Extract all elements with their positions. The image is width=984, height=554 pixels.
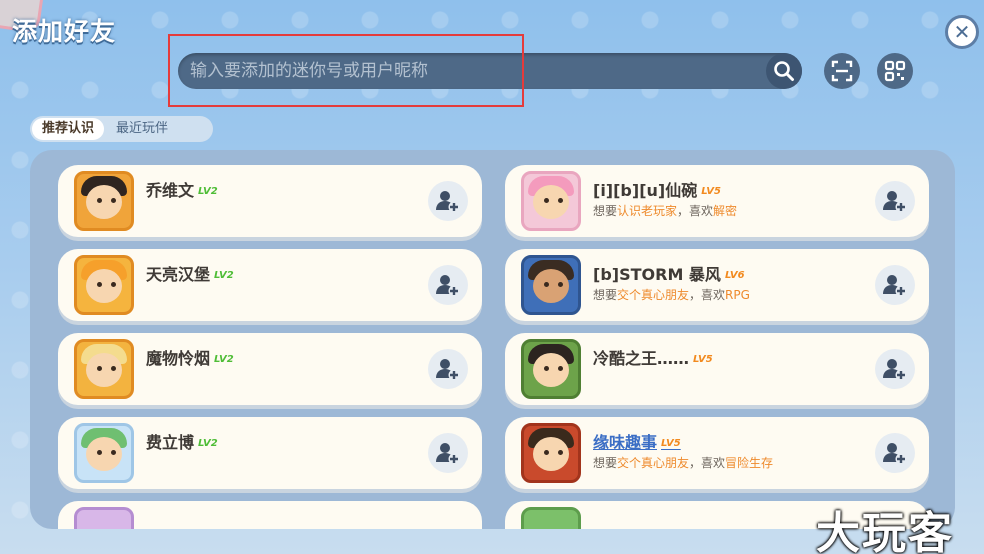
avatar bbox=[74, 339, 134, 399]
tab-recommended[interactable]: 推荐认识 bbox=[32, 118, 105, 140]
friend-name: 费立博 LV2 bbox=[146, 433, 218, 452]
add-user-icon bbox=[883, 275, 907, 297]
add-user-icon bbox=[883, 443, 907, 465]
avatar bbox=[521, 507, 581, 529]
friend-card[interactable]: [i][b][u]仙碗 LV5 想要认识老玩家，喜欢解密 bbox=[505, 165, 929, 237]
add-user-icon bbox=[436, 359, 460, 381]
add-user-icon bbox=[883, 359, 907, 381]
friend-name: 魔物怜烟 LV2 bbox=[146, 349, 234, 368]
friend-card[interactable]: 费立博 LV2 bbox=[58, 417, 482, 489]
watermark-logo: 大玩客 bbox=[816, 508, 954, 554]
level-badge: LV6 bbox=[724, 270, 745, 281]
friend-card[interactable]: 天亮汉堡 LV2 bbox=[58, 249, 482, 321]
close-icon: ✕ bbox=[953, 20, 971, 44]
add-friend-button[interactable] bbox=[875, 181, 915, 221]
friend-description: 想要交个真心朋友，喜欢冒险生存 bbox=[593, 456, 774, 470]
friend-card[interactable]: 缘味趣事 LV5 想要交个真心朋友，喜欢冒险生存 bbox=[505, 417, 929, 489]
level-badge: LV5 bbox=[693, 354, 713, 365]
search-icon bbox=[774, 61, 794, 81]
friend-card[interactable]: [b]STORM 暴风 LV6 想要交个真心朋友，喜欢RPG bbox=[505, 249, 929, 321]
add-user-icon bbox=[436, 275, 460, 297]
level-badge: LV2 bbox=[198, 186, 218, 197]
add-friend-button[interactable] bbox=[875, 349, 915, 389]
scan-icon bbox=[831, 60, 853, 82]
avatar bbox=[74, 171, 134, 231]
search-highlight-box bbox=[168, 34, 524, 107]
friend-name: 天亮汉堡 LV2 bbox=[146, 265, 234, 284]
avatar bbox=[521, 423, 581, 483]
friend-name: 冷酷之王…… LV5 bbox=[593, 349, 713, 368]
add-friend-button[interactable] bbox=[428, 433, 468, 473]
friend-name: 乔维文 LV2 bbox=[146, 181, 218, 200]
friend-list-panel: 乔维文 LV2 天亮汉堡 LV2 魔物怜烟 LV2 费立博 LV2 [i][b]… bbox=[30, 150, 955, 529]
friend-card[interactable]: 乔维文 LV2 bbox=[58, 165, 482, 237]
qrcode-button[interactable] bbox=[877, 53, 913, 89]
add-user-icon bbox=[436, 191, 460, 213]
level-badge: LV2 bbox=[198, 438, 218, 449]
add-friend-button[interactable] bbox=[428, 181, 468, 221]
search-button[interactable] bbox=[766, 53, 802, 89]
level-badge: LV5 bbox=[701, 186, 721, 197]
friend-card[interactable]: 冷酷之王…… LV5 bbox=[505, 333, 929, 405]
avatar bbox=[521, 171, 581, 231]
scan-button[interactable] bbox=[824, 53, 860, 89]
avatar bbox=[521, 339, 581, 399]
avatar bbox=[521, 255, 581, 315]
friend-name: [i][b][u]仙碗 LV5 bbox=[593, 181, 721, 200]
level-badge: LV2 bbox=[214, 270, 234, 281]
tab-recent-players[interactable]: 最近玩伴 bbox=[106, 118, 178, 140]
add-friend-button[interactable] bbox=[875, 265, 915, 305]
tab-bar: 推荐认识 最近玩伴 bbox=[30, 116, 213, 142]
friend-description: 想要交个真心朋友，喜欢RPG bbox=[593, 288, 750, 302]
page-title: 添加好友 bbox=[12, 17, 117, 46]
avatar bbox=[74, 507, 134, 529]
add-user-icon bbox=[436, 443, 460, 465]
add-friend-button[interactable] bbox=[428, 265, 468, 305]
friend-card[interactable]: 魔物怜烟 LV2 bbox=[58, 333, 482, 405]
add-user-icon bbox=[883, 191, 907, 213]
close-button[interactable]: ✕ bbox=[945, 15, 979, 49]
level-badge: LV5 bbox=[661, 438, 681, 449]
add-friend-button[interactable] bbox=[875, 433, 915, 473]
friend-name: 缘味趣事 LV5 bbox=[593, 433, 681, 452]
qrcode-icon bbox=[884, 60, 906, 82]
avatar bbox=[74, 423, 134, 483]
level-badge: LV2 bbox=[214, 354, 234, 365]
avatar bbox=[74, 255, 134, 315]
friend-name: [b]STORM 暴风 LV6 bbox=[593, 265, 745, 284]
add-friend-button[interactable] bbox=[428, 349, 468, 389]
friend-description: 想要认识老玩家，喜欢解密 bbox=[593, 204, 738, 218]
friend-card-partial[interactable] bbox=[58, 501, 482, 529]
